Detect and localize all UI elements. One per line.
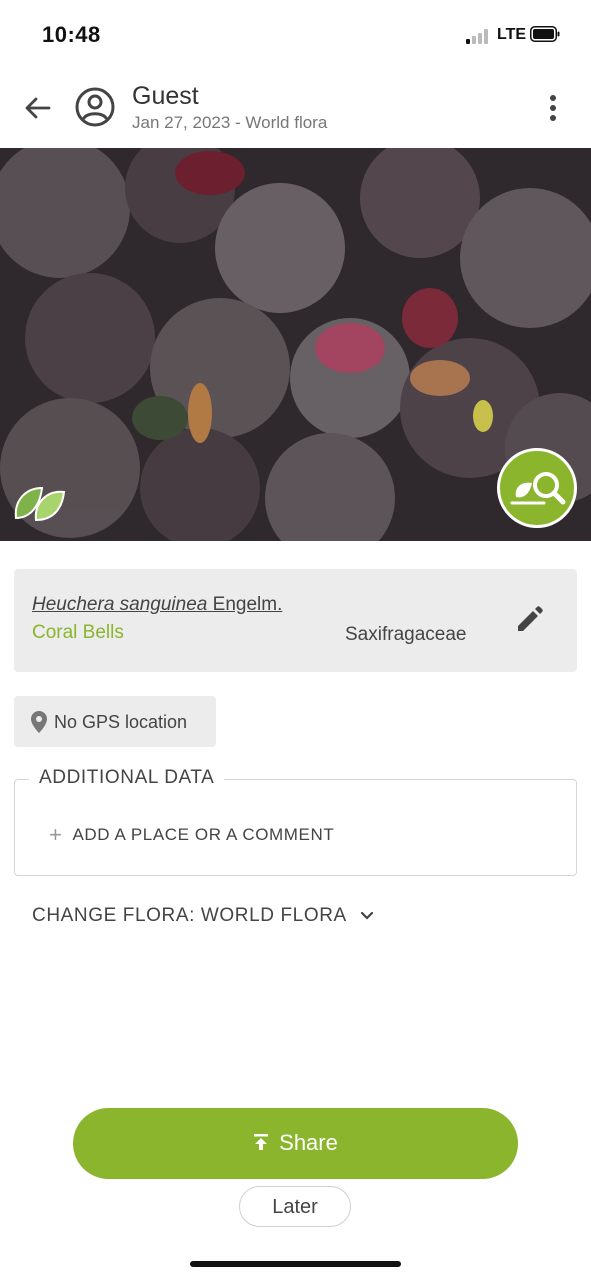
scientific-name-link[interactable]: Heuchera sanguinea Engelm. [32, 594, 282, 616]
share-button[interactable]: Share [73, 1108, 518, 1179]
common-name: Coral Bells [32, 622, 124, 643]
later-label: Later [272, 1196, 318, 1218]
plant-photo[interactable] [0, 148, 591, 541]
additional-data-section: ADDITIONAL DATA + ADD A PLACE OR A COMMEN… [14, 767, 577, 876]
family-name: Saxifragaceae [345, 624, 467, 645]
upload-icon [254, 1134, 269, 1150]
additional-data-legend: ADDITIONAL DATA [29, 767, 225, 789]
add-place-comment-label: ADD A PLACE OR A COMMENT [72, 825, 335, 844]
identify-search-icon [510, 472, 566, 505]
network-label: LTE [497, 26, 527, 43]
home-indicator[interactable] [190, 1261, 401, 1267]
header-subtitle: Jan 27, 2023 - World flora [132, 113, 328, 132]
signal-icon [466, 28, 494, 44]
chevron-down-icon [360, 911, 373, 920]
header-title: Guest [132, 82, 199, 110]
leaf-badge-icon [14, 486, 66, 522]
user-circle-icon [75, 87, 115, 127]
gps-location-label: No GPS location [54, 712, 188, 732]
species-card: Heuchera sanguinea Engelm. Coral Bells S… [14, 569, 577, 672]
status-bar: 10:48 LTE [0, 0, 591, 70]
back-arrow-icon[interactable] [20, 90, 56, 126]
add-place-comment-button[interactable]: + ADD A PLACE OR A COMMENT [49, 822, 334, 848]
share-label: Share [279, 1130, 338, 1155]
later-button[interactable]: Later [239, 1186, 351, 1227]
app-header: Guest Jan 27, 2023 - World flora [0, 70, 591, 148]
scientific-name: Heuchera sanguinea [32, 594, 208, 615]
change-flora-dropdown[interactable]: CHANGE FLORA: WORLD FLORA [32, 905, 374, 927]
change-flora-label: CHANGE FLORA: WORLD FLORA [32, 905, 346, 926]
more-vert-icon[interactable] [540, 90, 566, 126]
edit-pencil-icon[interactable] [514, 605, 544, 635]
gps-location-chip[interactable]: No GPS location [14, 696, 216, 747]
status-time: 10:48 [42, 22, 101, 47]
battery-icon [530, 26, 560, 42]
identify-search-button[interactable] [497, 448, 577, 528]
plus-icon: + [49, 822, 63, 847]
location-pin-icon [31, 711, 47, 733]
author-name: Engelm. [212, 594, 283, 615]
